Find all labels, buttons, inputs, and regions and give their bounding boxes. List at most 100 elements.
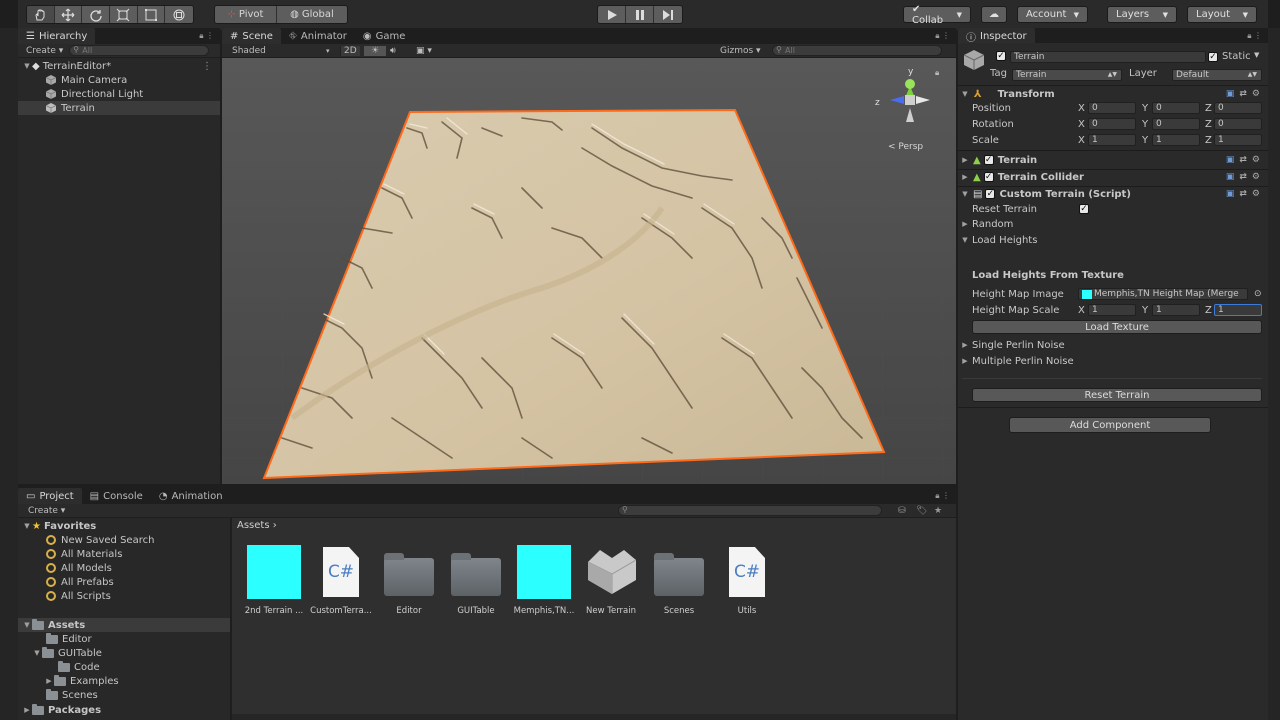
tree-folder-packages[interactable]: ▶ Packages: [22, 703, 101, 717]
tree-folder-guitable[interactable]: ▼ GUITable: [32, 646, 102, 660]
height-map-image-field[interactable]: Memphis,TN Height Map (Merge: [1078, 288, 1248, 300]
tab-animation[interactable]: ◔ Animation: [151, 488, 231, 504]
load-heights-foldout[interactable]: ▼ Load Heights: [958, 232, 1268, 248]
tree-folder-editor[interactable]: Editor: [46, 632, 92, 646]
rect-tool-icon[interactable]: [138, 6, 166, 23]
tree-folder-scenes[interactable]: Scenes: [46, 688, 98, 702]
book-icon[interactable]: ▣: [1226, 172, 1235, 182]
scale-tool-icon[interactable]: [110, 6, 138, 23]
component-enabled-checkbox[interactable]: ✓: [985, 189, 996, 199]
star-icon[interactable]: ★: [934, 506, 942, 516]
rotation-y-field[interactable]: 0: [1152, 118, 1200, 130]
persp-label[interactable]: < Persp: [888, 142, 923, 152]
tree-folder-code[interactable]: Code: [58, 660, 100, 674]
tag-icon[interactable]: 🏷︎: [916, 506, 927, 516]
scale-x-field[interactable]: 1: [1088, 134, 1136, 146]
audio-toggle-icon[interactable]: 🔊︎: [390, 46, 396, 56]
preset-icon[interactable]: ⇄: [1239, 172, 1247, 182]
component-enabled-checkbox[interactable]: ✓: [983, 172, 994, 182]
rotate-tool-icon[interactable]: [82, 6, 111, 23]
hierarchy-item-terrain[interactable]: Terrain: [18, 101, 220, 115]
scene-viewport[interactable]: y z 🔒︎ < Persp: [222, 58, 956, 484]
pivot-toggle[interactable]: ⊹ Pivot: [215, 6, 277, 23]
single-perlin-foldout[interactable]: ▶ Single Perlin Noise: [958, 337, 1268, 353]
hierarchy-search-input[interactable]: All: [69, 45, 210, 56]
scale-y-field[interactable]: 1: [1152, 134, 1200, 146]
layers-dropdown[interactable]: Layers ▼: [1107, 6, 1177, 23]
preset-icon[interactable]: ⇄: [1239, 189, 1247, 199]
asset-item[interactable]: C# Utils: [714, 545, 780, 616]
preset-icon[interactable]: ⇄: [1239, 155, 1247, 165]
favorite-item[interactable]: All Prefabs: [46, 575, 114, 589]
asset-item[interactable]: New Terrain: [578, 545, 644, 616]
multiple-perlin-foldout[interactable]: ▶ Multiple Perlin Noise: [958, 353, 1268, 369]
height-map-scale-x-field[interactable]: 1: [1088, 304, 1136, 316]
book-icon[interactable]: ▣: [1226, 189, 1235, 199]
scene-menu-icon[interactable]: ⋮: [202, 61, 212, 72]
favorites-header[interactable]: ▼ ★ Favorites: [22, 519, 96, 533]
gear-icon[interactable]: ⚙: [1252, 189, 1260, 199]
scene-search-input[interactable]: All: [772, 45, 942, 56]
custom-terrain-script-header[interactable]: ▼ ▤ ✓ Custom Terrain (Script) ▣ ⇄ ⚙: [958, 186, 1268, 202]
lighting-toggle-icon[interactable]: ☀: [364, 45, 386, 56]
tab-scene[interactable]: # Scene: [222, 28, 281, 44]
terrain-collider-component-header[interactable]: ▶ ▲ ✓ Terrain Collider ▣ ⇄ ⚙: [958, 169, 1268, 185]
position-y-field[interactable]: 0: [1152, 102, 1200, 114]
play-button[interactable]: [598, 6, 627, 23]
tab-animator[interactable]: ⛗ Animator: [281, 28, 355, 44]
scene-root-row[interactable]: ▼ ◆ TerrainEditor* ⋮: [18, 59, 220, 73]
gear-icon[interactable]: ⚙: [1252, 89, 1260, 99]
project-search-input[interactable]: [618, 505, 882, 516]
load-texture-button[interactable]: Load Texture: [972, 320, 1262, 334]
reset-terrain-button[interactable]: Reset Terrain: [972, 388, 1262, 402]
chevron-down-icon[interactable]: ▼: [1254, 51, 1259, 59]
tab-project[interactable]: ▭ Project: [18, 488, 82, 504]
book-icon[interactable]: ▣: [1226, 89, 1235, 99]
scale-z-field[interactable]: 1: [1214, 134, 1262, 146]
asset-item[interactable]: C# CustomTerra...: [308, 545, 374, 616]
asset-item[interactable]: GUITable: [443, 545, 509, 616]
collab-dropdown[interactable]: ✔ Collab ▼: [903, 4, 971, 26]
layer-dropdown[interactable]: Default ▲▼: [1172, 69, 1262, 81]
position-x-field[interactable]: 0: [1088, 102, 1136, 114]
height-map-scale-y-field[interactable]: 1: [1152, 304, 1200, 316]
gear-icon[interactable]: ⚙: [1252, 172, 1260, 182]
lock-menu-icon[interactable]: 🔒︎ ⋮: [935, 491, 950, 501]
active-checkbox[interactable]: ✓: [996, 51, 1006, 61]
asset-item[interactable]: 2nd Terrain ...: [241, 545, 307, 616]
favorite-item[interactable]: All Scripts: [46, 589, 111, 603]
assets-root[interactable]: ▼ Assets: [18, 618, 230, 632]
hierarchy-item-directional-light[interactable]: Directional Light: [18, 87, 220, 101]
move-tool-icon[interactable]: [55, 6, 83, 23]
breadcrumb-assets[interactable]: Assets: [237, 520, 270, 531]
asset-item[interactable]: Memphis,TN...: [511, 545, 577, 616]
tag-dropdown[interactable]: Terrain ▲▼: [1012, 69, 1122, 81]
tab-game[interactable]: ◉ Game: [355, 28, 414, 44]
gear-icon[interactable]: ⚙: [1252, 155, 1260, 165]
tree-folder-examples[interactable]: ▶ Examples: [44, 674, 119, 688]
asset-item[interactable]: Scenes: [646, 545, 712, 616]
lock-menu-icon[interactable]: 🔒︎ ⋮: [1247, 31, 1262, 41]
preset-icon[interactable]: ⇄: [1239, 89, 1247, 99]
favorite-item[interactable]: New Saved Search: [46, 533, 154, 547]
object-picker-icon[interactable]: ⊙: [1254, 289, 1262, 299]
favorite-item[interactable]: All Materials: [46, 547, 122, 561]
create-dropdown[interactable]: Create ▾: [28, 506, 65, 516]
reset-terrain-checkbox[interactable]: ✓: [1079, 204, 1089, 214]
tab-inspector[interactable]: ⓘ Inspector: [958, 28, 1035, 44]
height-map-scale-z-field[interactable]: 1: [1214, 304, 1262, 316]
lock-icon[interactable]: 🔒︎: [935, 68, 939, 77]
hand-tool-icon[interactable]: [27, 6, 55, 23]
book-icon[interactable]: ▣: [1226, 155, 1235, 165]
account-dropdown[interactable]: Account ▼: [1017, 6, 1088, 23]
component-enabled-checkbox[interactable]: ✓: [983, 155, 994, 165]
tab-hierarchy[interactable]: ☰ Hierarchy: [18, 28, 96, 44]
rotation-z-field[interactable]: 0: [1214, 118, 1262, 130]
add-component-button[interactable]: Add Component: [1009, 417, 1211, 433]
pause-button[interactable]: [626, 6, 654, 23]
tab-console[interactable]: ▤ Console: [82, 488, 151, 504]
2d-toggle[interactable]: 2D: [340, 45, 360, 56]
filter-type-icon[interactable]: ⛁: [898, 506, 906, 516]
cloud-button[interactable]: ☁: [981, 6, 1007, 23]
asset-item[interactable]: Editor: [376, 545, 442, 616]
